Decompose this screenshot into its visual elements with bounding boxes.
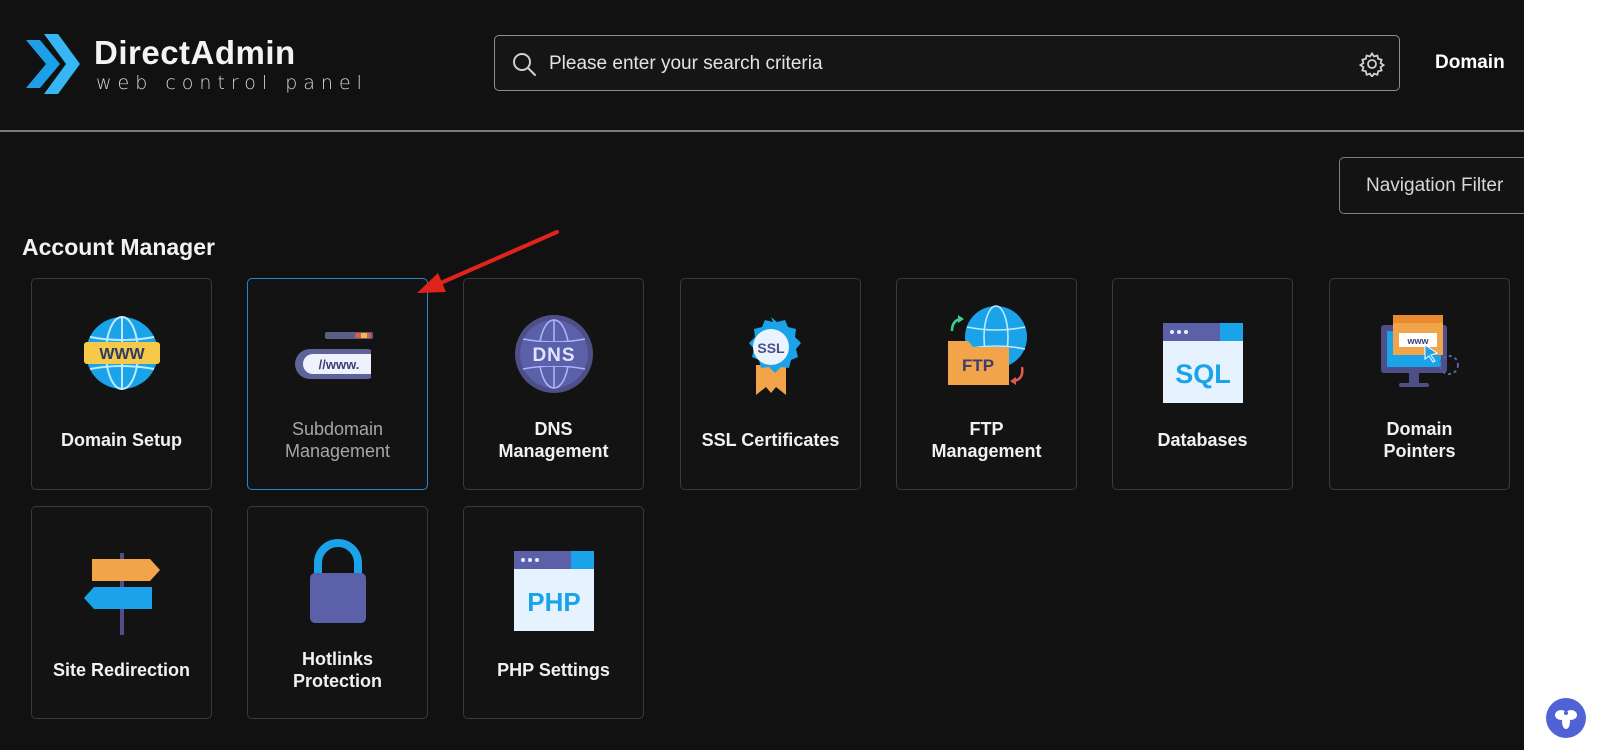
tile-label: Domain Setup [60,430,182,450]
svg-text:FTP: FTP [961,356,993,375]
logo-subtitle: web control panel [96,72,368,94]
svg-text:WWW: WWW [99,346,145,363]
svg-text:SSL: SSL [757,340,785,356]
navigation-filter-button[interactable]: Navigation Filter [1339,157,1539,214]
tile-label: SSL Certificates [701,430,840,450]
ssl-badge-icon: SSL [748,317,801,395]
tile-ssl-certificates[interactable]: SSL SSL Certificates [680,278,861,490]
padlock-icon [309,539,366,623]
header-divider [0,130,1524,132]
section-title-account-manager: Account Manager [22,234,215,260]
assistant-button[interactable] [1546,698,1586,738]
search-input[interactable] [547,44,1331,84]
svg-text://www.: //www. [318,357,359,372]
page: DirectAdmin web control panel Domain Nav… [0,0,1600,750]
search-bar [494,35,1400,91]
dns-globe-icon: DNS [514,315,593,393]
tile-label: Site Redirection [52,660,191,680]
domain-pointer-icon: www [1380,315,1459,387]
gear-icon[interactable] [1359,51,1385,77]
php-window-icon: PHP [513,551,594,631]
svg-text:SQL: SQL [1175,359,1231,389]
domain-menu[interactable]: Domain [1435,52,1505,74]
tile-label: DNS Management [498,419,609,461]
ftp-folder-icon: FTP [947,305,1027,385]
bee-icon [1555,710,1577,729]
tile-ftp-management[interactable]: FTP FTP Management [896,278,1077,490]
tile-domain-setup[interactable]: WWW Domain Setup [31,278,212,490]
tile-label: Domain Pointers [1383,419,1456,461]
tile-label: Hotlinks Protection [292,649,382,691]
tile-databases[interactable]: SQL Databases [1112,278,1293,490]
tile-label: Databases [1157,430,1248,450]
tile-label: Subdomain Management [284,419,391,461]
page-edge [1524,0,1600,750]
svg-text:www: www [1406,336,1429,346]
tile-domain-pointers[interactable]: www Domain Pointers [1329,278,1510,490]
tile-hotlinks-protection[interactable]: Hotlinks Protection [247,506,428,719]
tile-php-settings[interactable]: PHP PHP Settings [463,506,644,719]
directadmin-logo-icon [26,34,80,94]
signpost-icon [83,553,160,635]
search-icon [513,53,536,76]
tile-label: PHP Settings [497,660,610,680]
subdomain-www-icon: //www. [294,332,381,379]
tile-dns-management[interactable]: DNS DNS Management [463,278,644,490]
svg-text:PHP: PHP [527,587,580,617]
www-globe-icon: WWW [83,316,160,390]
logo[interactable]: DirectAdmin web control panel [22,30,362,102]
tile-subdomain-management[interactable]: //www. Subdomain Management [247,278,428,490]
svg-text:DNS: DNS [532,345,575,366]
tile-site-redirection[interactable]: Site Redirection [31,506,212,719]
logo-title: DirectAdmin [94,34,296,71]
sql-window-icon: SQL [1162,323,1243,403]
tile-label: FTP Management [931,419,1042,461]
